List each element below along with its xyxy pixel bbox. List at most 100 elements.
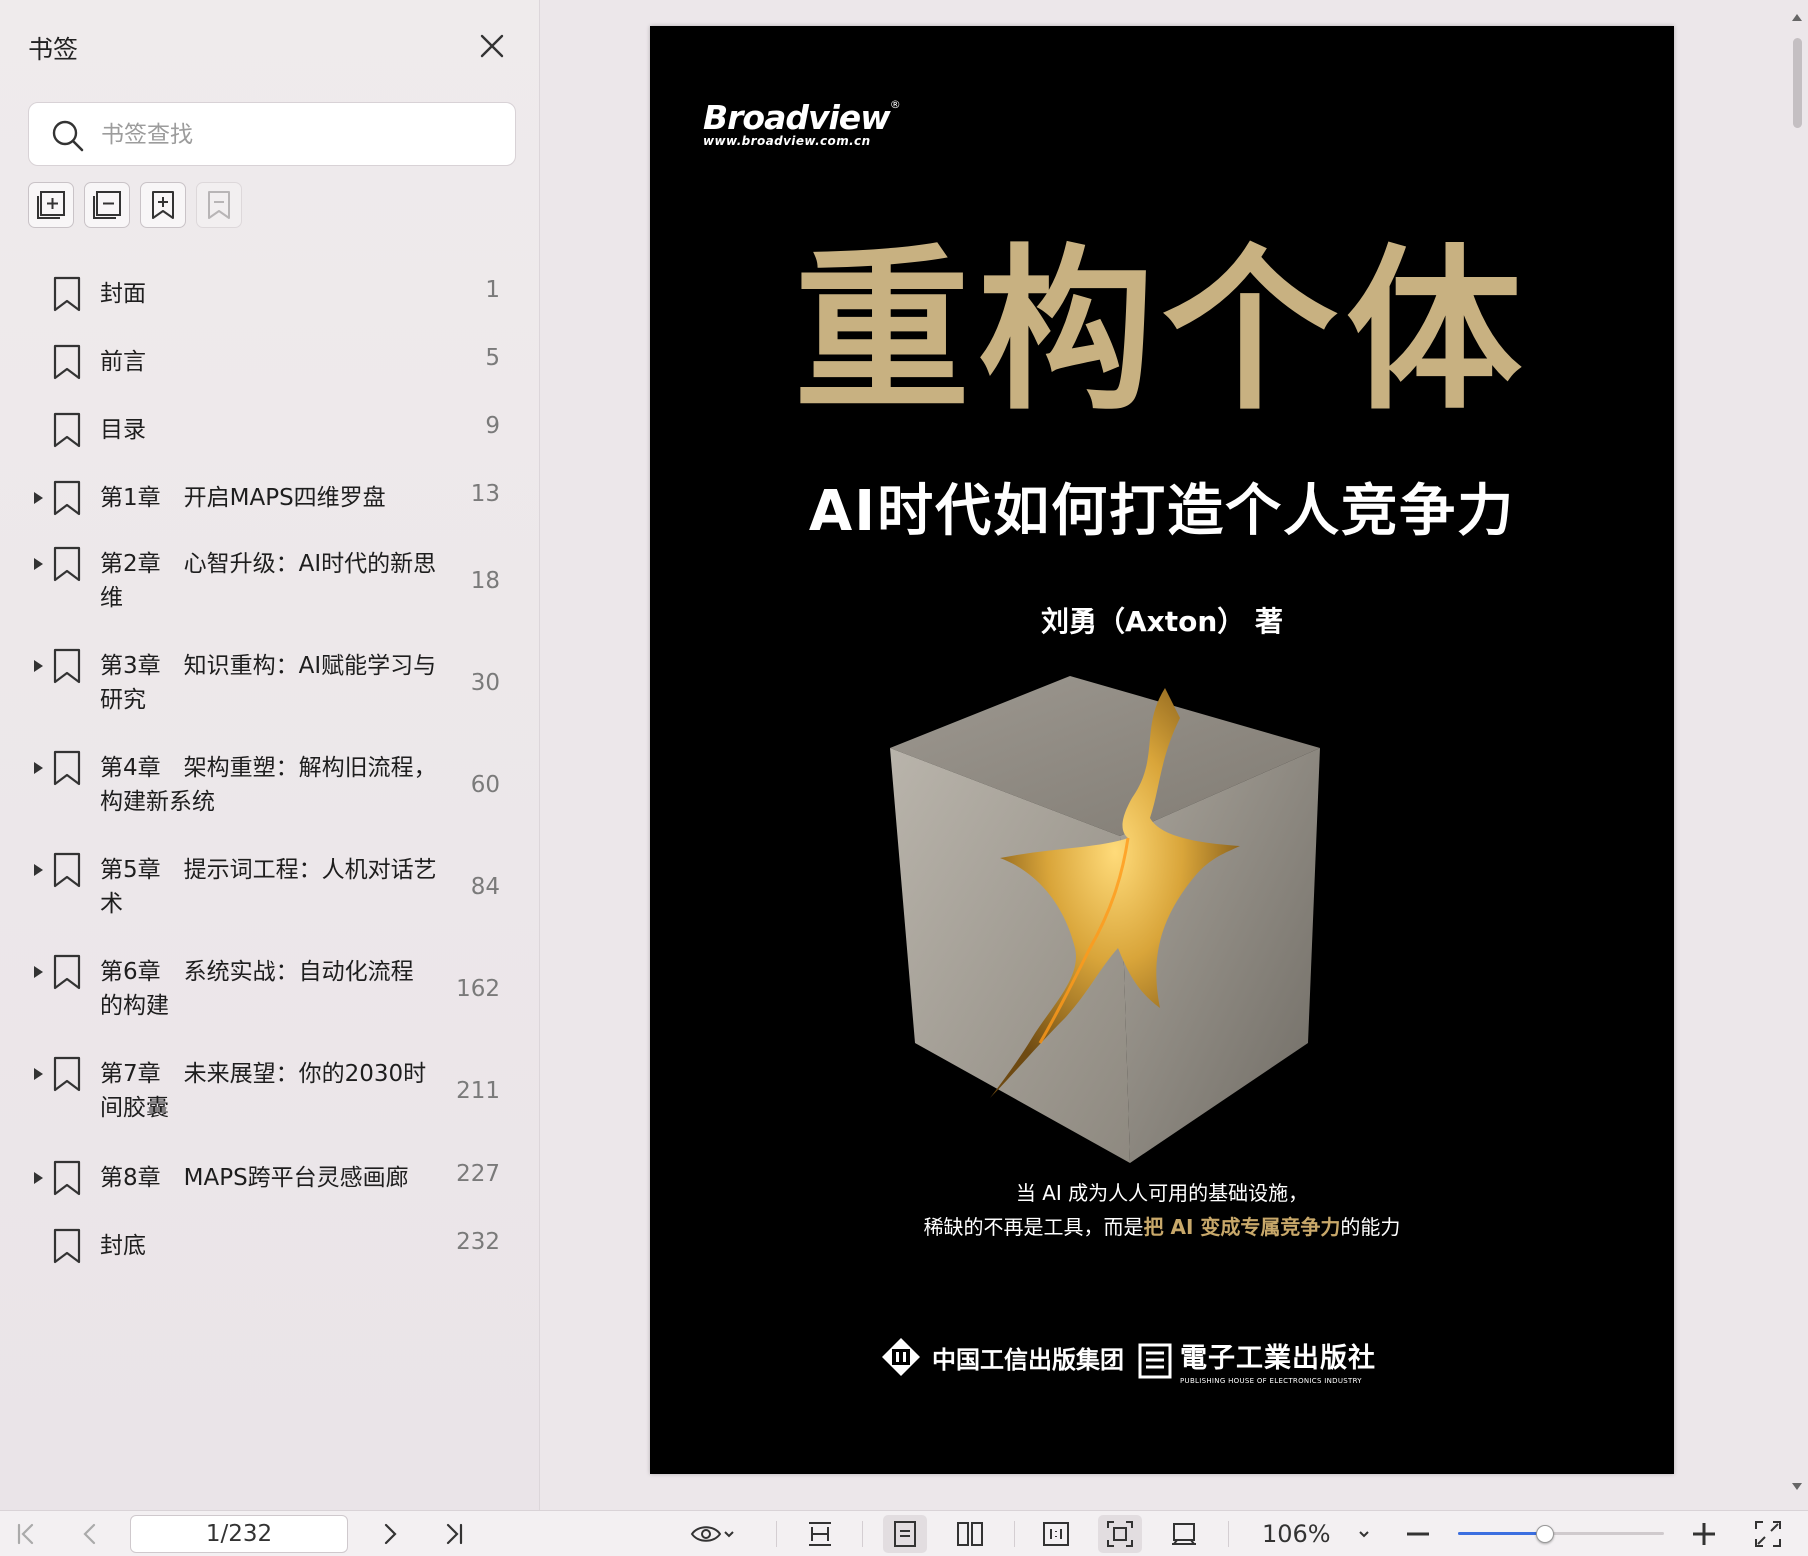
single-page-button[interactable]: [883, 1515, 927, 1553]
actual-size-button[interactable]: [1040, 1519, 1072, 1549]
expand-all-button[interactable]: [28, 182, 74, 228]
two-page-icon: [957, 1522, 983, 1546]
fit-width-button[interactable]: [804, 1519, 836, 1549]
chevron-down-icon: [1359, 1531, 1369, 1538]
first-page-icon: [17, 1523, 34, 1545]
first-page-button[interactable]: [10, 1519, 42, 1549]
page-number-input[interactable]: [130, 1515, 348, 1553]
tagline-pre: 稀缺的不再是工具，而是: [923, 1215, 1144, 1239]
zoom-level[interactable]: 106%: [1262, 1520, 1331, 1548]
expand-arrow-icon[interactable]: [34, 492, 43, 504]
brand-registered: ®: [889, 98, 901, 111]
bookmark-item[interactable]: 封底 232: [0, 1214, 540, 1282]
bookmark-item[interactable]: 第3章 知识重构：AI赋能学习与 研究 30: [0, 636, 540, 738]
view-mode-dropdown[interactable]: [686, 1519, 740, 1549]
tagline-line-2: 稀缺的不再是工具，而是把 AI 变成专属竞争力的能力: [650, 1210, 1674, 1244]
bookmark-search: [28, 102, 516, 166]
bookmark-icon: [53, 648, 81, 684]
zoom-slider[interactable]: [1458, 1525, 1664, 1543]
publisher-2-english: PUBLISHING HOUSE OF ELECTRONICS INDUSTRY: [1180, 1377, 1362, 1385]
actual-size-icon: [1043, 1522, 1069, 1546]
bookmark-item[interactable]: 第4章 架构重塑：解构旧流程， 构建新系统 60: [0, 738, 540, 840]
bookmark-page-number: 162: [456, 976, 500, 1002]
chevron-right-icon: [384, 1523, 397, 1545]
scroll-up-arrow-icon[interactable]: [1792, 14, 1802, 21]
bookmark-item[interactable]: 第7章 未来展望：你的2030时 间胶囊 211: [0, 1044, 540, 1146]
toolbar-divider: [1228, 1521, 1229, 1547]
bookmark-label: 第1章 开启MAPS四维罗盘: [100, 485, 386, 511]
bookmark-icon: [53, 1056, 81, 1092]
bookmark-page-number: 84: [470, 874, 500, 900]
previous-page-button[interactable]: [74, 1519, 106, 1549]
fit-page-icon: [1107, 1521, 1133, 1547]
bookmark-icon: [53, 954, 81, 990]
scroll-thumb[interactable]: [1793, 38, 1802, 128]
next-page-button[interactable]: [374, 1519, 406, 1549]
search-icon: [52, 120, 84, 152]
brand-name: Broadview: [703, 98, 891, 137]
pdf-page-cover: Broadview® www.broadview.com.cn 重构个体 AI时…: [650, 26, 1674, 1474]
fullscreen-icon: [1755, 1521, 1781, 1547]
bookmark-label: 前言: [100, 349, 146, 375]
cover-subtitle: AI时代如何打造个人竞争力: [808, 479, 1516, 544]
bookmark-item[interactable]: 第6章 系统实战：自动化流程 的构建 162: [0, 942, 540, 1044]
expand-arrow-icon[interactable]: [34, 558, 43, 570]
bookmark-page-number: 227: [456, 1161, 500, 1187]
bookmark-icon: [53, 852, 81, 888]
expand-arrow-icon[interactable]: [34, 660, 43, 672]
bookmark-item[interactable]: 前言 5: [0, 330, 540, 398]
bookmark-icon: [53, 1160, 81, 1196]
toolbar-divider: [776, 1521, 777, 1547]
search-input[interactable]: [101, 115, 501, 155]
vertical-scrollbar[interactable]: [1792, 14, 1802, 1490]
bookmark-item[interactable]: 第5章 提示词工程：人机对话艺 术 84: [0, 840, 540, 942]
zoom-out-button[interactable]: [1402, 1519, 1434, 1549]
bookmark-label: 封底: [100, 1233, 146, 1259]
zoom-in-button[interactable]: [1688, 1519, 1720, 1549]
zoom-slider-handle[interactable]: [1535, 1525, 1554, 1543]
bookmark-page-number: 211: [456, 1078, 500, 1104]
chevron-down-icon: [724, 1531, 734, 1538]
bookmark-page-number: 18: [470, 568, 500, 594]
expand-arrow-icon[interactable]: [34, 864, 43, 876]
bookmark-item[interactable]: 目录 9: [0, 398, 540, 466]
bookmark-page-number: 1: [485, 277, 500, 303]
single-page-icon: [894, 1521, 916, 1547]
bookmark-page-number: 60: [470, 772, 500, 798]
toolbar-divider: [862, 1521, 863, 1547]
bookmark-icon: [53, 750, 81, 786]
bookmark-page-number: 30: [470, 670, 500, 696]
bottom-toolbar: 106%: [0, 1510, 1808, 1556]
remove-bookmark-button[interactable]: [196, 182, 242, 228]
panel-title: 书签: [28, 35, 79, 64]
bookmark-item[interactable]: 第1章 开启MAPS四维罗盘 13: [0, 466, 540, 534]
expand-arrow-icon[interactable]: [34, 762, 43, 774]
close-icon[interactable]: [478, 32, 506, 60]
remove-bookmark-icon: [208, 191, 230, 219]
two-page-button[interactable]: [954, 1519, 986, 1549]
fit-page-button[interactable]: [1098, 1515, 1142, 1553]
bookmark-item[interactable]: 第2章 心智升级：AI时代的新思 维 18: [0, 534, 540, 636]
collapse-all-button[interactable]: [84, 182, 130, 228]
cracked-cube-illustration: [890, 676, 1320, 1163]
zoom-dropdown-button[interactable]: [1348, 1519, 1380, 1549]
last-page-button[interactable]: [438, 1519, 470, 1549]
expand-arrow-icon[interactable]: [34, 1172, 43, 1184]
add-bookmark-button[interactable]: [140, 182, 186, 228]
bookmark-icon: [53, 1228, 81, 1264]
expand-all-icon: [37, 191, 65, 219]
bookmark-icon: [53, 344, 81, 380]
publisher-phei: 電子工業出版社 PUBLISHING HOUSE OF ELECTRONICS …: [1138, 1336, 1376, 1385]
bookmark-icon: [53, 276, 81, 312]
rotate-icon: [1172, 1523, 1196, 1545]
toolbar-divider: [1014, 1521, 1015, 1547]
eye-icon: [690, 1526, 722, 1542]
bookmark-item[interactable]: 第8章 MAPS跨平台灵感画廊 227: [0, 1146, 540, 1214]
bookmark-panel: 书签 书签查找 封面 1 前言 5 目录 9 第1章 开启MAPS四维罗盘 13…: [0, 0, 540, 1510]
expand-arrow-icon[interactable]: [34, 966, 43, 978]
rotate-page-button[interactable]: [1168, 1519, 1200, 1549]
fullscreen-button[interactable]: [1752, 1519, 1784, 1549]
expand-arrow-icon[interactable]: [34, 1068, 43, 1080]
bookmark-item[interactable]: 封面 1: [0, 262, 540, 330]
scroll-down-arrow-icon[interactable]: [1792, 1483, 1802, 1490]
